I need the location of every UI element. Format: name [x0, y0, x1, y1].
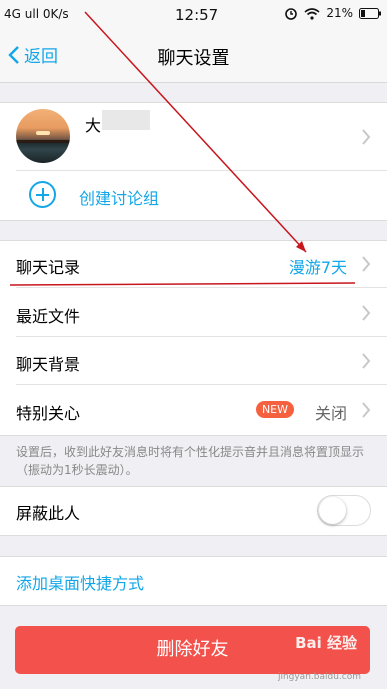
recent-files-row[interactable]: 最近文件 [0, 289, 387, 337]
create-group-label: 创建讨论组 [79, 189, 160, 208]
status-right: 21% [284, 6, 381, 20]
wifi-icon [304, 7, 320, 20]
nav-bar: 返回 聊天设置 [0, 30, 387, 83]
block-toggle[interactable] [317, 495, 371, 526]
status-bar: 4G ull 0K/s 12:57 21% [0, 0, 387, 30]
chat-history-value: 漫游7天 [288, 258, 347, 277]
create-group-row[interactable] [0, 171, 387, 219]
chat-background-row[interactable]: 聊天背景 [0, 337, 387, 385]
block-row: 屏蔽此人 [0, 486, 387, 534]
status-time: 12:57 [175, 6, 219, 24]
chat-history-label: 聊天记录 [16, 258, 81, 277]
page-title: 聊天设置 [157, 48, 230, 69]
recent-files-label: 最近文件 [16, 307, 81, 326]
name-redaction [102, 110, 150, 130]
chat-history-row[interactable]: 聊天记录 漫游7天 [0, 240, 387, 288]
special-care-hint: 设置后，收到此好友消息时将有个性化提示音并且消息将置顶显示（振动为1秒长震动）。 [16, 445, 365, 477]
avatar[interactable] [16, 109, 70, 163]
add-circle-icon [29, 181, 56, 208]
watermark-url: jingyan.baidu.com [277, 672, 361, 682]
toggle-knob [319, 497, 346, 524]
baidu-watermark: Bai 经验 [295, 634, 357, 652]
chevron-right-icon [362, 256, 371, 272]
friend-name: 大 [85, 116, 102, 135]
row-divider [16, 287, 387, 288]
chevron-right-icon [362, 353, 371, 369]
chevron-right-icon [362, 129, 371, 145]
special-care-value: 关闭 [314, 404, 347, 423]
chat-background-label: 聊天背景 [16, 355, 81, 374]
row-divider [16, 384, 387, 385]
chevron-right-icon [362, 402, 371, 418]
new-badge: NEW [255, 401, 294, 418]
shortcut-label: 添加桌面快捷方式 [16, 574, 145, 593]
alarm-icon [285, 8, 298, 20]
signal-status: 4G ull 0K/s [4, 7, 69, 21]
special-care-row[interactable]: 特别关心 NEW 关闭 [0, 386, 387, 434]
battery-percent: 21% [326, 6, 353, 20]
special-care-label: 特别关心 [16, 404, 81, 423]
battery-icon [359, 7, 381, 19]
chevron-right-icon [362, 305, 371, 321]
shortcut-row[interactable]: 添加桌面快捷方式 [0, 556, 387, 604]
block-label: 屏蔽此人 [16, 504, 81, 523]
